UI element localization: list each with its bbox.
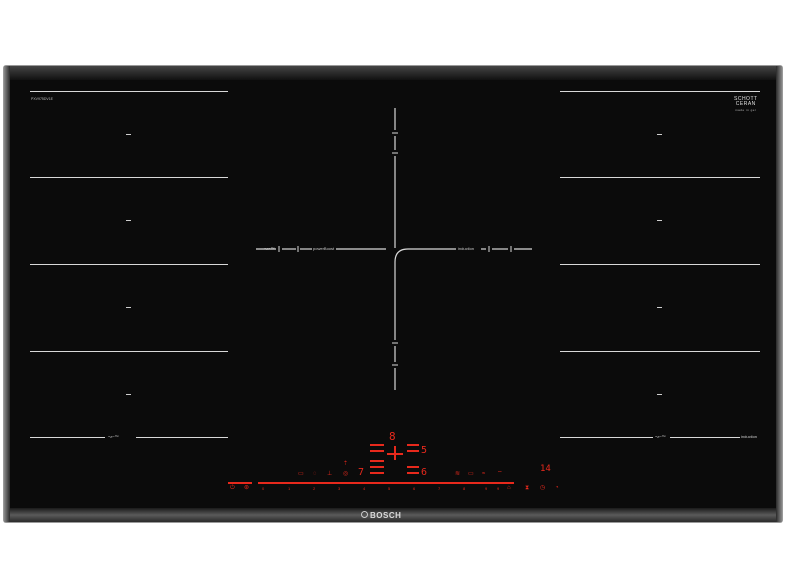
slider-bar-left bbox=[228, 482, 252, 484]
slider-num-9[interactable]: 9 bbox=[485, 486, 487, 491]
level-display-lower: 6 bbox=[421, 467, 428, 478]
extractor-icon[interactable]: ▭ bbox=[298, 471, 304, 477]
child-lock-icon[interactable]: ⊛ bbox=[244, 485, 249, 491]
timer-plus-icon[interactable]: ◔ bbox=[555, 485, 559, 491]
grill-icon[interactable]: ▭ bbox=[468, 471, 474, 477]
zone-cross-vertical bbox=[394, 446, 396, 460]
zone-bar-9 bbox=[407, 472, 419, 474]
zone-bar-2 bbox=[370, 450, 384, 452]
power-icon[interactable]: ⏻ bbox=[230, 485, 235, 491]
center-zone-lines bbox=[256, 108, 532, 390]
timer-minus-icon[interactable]: ⧗ bbox=[525, 485, 529, 491]
main-level-display: 8 bbox=[389, 430, 396, 443]
slider-num-0[interactable]: 0 bbox=[262, 486, 264, 491]
level-display-upper: 5 bbox=[421, 445, 428, 456]
center-small-display: 7 bbox=[358, 467, 365, 478]
sensor-icon[interactable]: ◎ bbox=[343, 471, 348, 477]
zone-bar-8 bbox=[407, 466, 419, 468]
wifi-icon[interactable]: ⌔ bbox=[497, 471, 503, 477]
boost-icon[interactable]: ⌂ bbox=[507, 485, 511, 491]
keep-warm-icon[interactable]: ≋ bbox=[455, 471, 460, 477]
zone-bar-6 bbox=[407, 444, 419, 446]
zone-bar-4 bbox=[370, 466, 384, 468]
zone-bar-7 bbox=[407, 450, 419, 452]
slider-num-5[interactable]: 5 bbox=[388, 486, 390, 491]
slider-num-3[interactable]: 3 bbox=[338, 486, 340, 491]
zone-bar-3 bbox=[370, 460, 384, 462]
slider-num-6[interactable]: 6 bbox=[413, 486, 415, 491]
slider-num-2[interactable]: 2 bbox=[313, 486, 315, 491]
timer-display[interactable]: 14 bbox=[540, 464, 551, 475]
slider-num-9b[interactable]: 9 bbox=[497, 486, 499, 491]
frying-icon[interactable]: ⊥ bbox=[327, 471, 332, 477]
pan-icon[interactable]: ◌ bbox=[313, 471, 317, 477]
slider-num-8[interactable]: 8 bbox=[463, 486, 465, 491]
arrow-up-icon[interactable]: ⇡ bbox=[343, 461, 348, 467]
zone-bar-5 bbox=[370, 472, 384, 474]
flex-mode-icon[interactable]: ≈ bbox=[482, 471, 485, 477]
slider-num-7[interactable]: 7 bbox=[438, 486, 440, 491]
flex-label-center: ᴖᴧᴖ™ bbox=[264, 246, 275, 251]
brand-name: BOSCH bbox=[370, 511, 402, 520]
slider-num-4[interactable]: 4 bbox=[363, 486, 365, 491]
bosch-logo-icon bbox=[361, 511, 368, 518]
slider-bar[interactable] bbox=[258, 482, 514, 484]
zone-bar-1 bbox=[370, 444, 384, 446]
slider-num-1[interactable]: 1 bbox=[288, 486, 290, 491]
powerboost-label: powerBoost bbox=[313, 246, 335, 251]
timer-icon[interactable]: ◷ bbox=[540, 485, 545, 491]
induction-label-center: induction bbox=[458, 246, 475, 251]
